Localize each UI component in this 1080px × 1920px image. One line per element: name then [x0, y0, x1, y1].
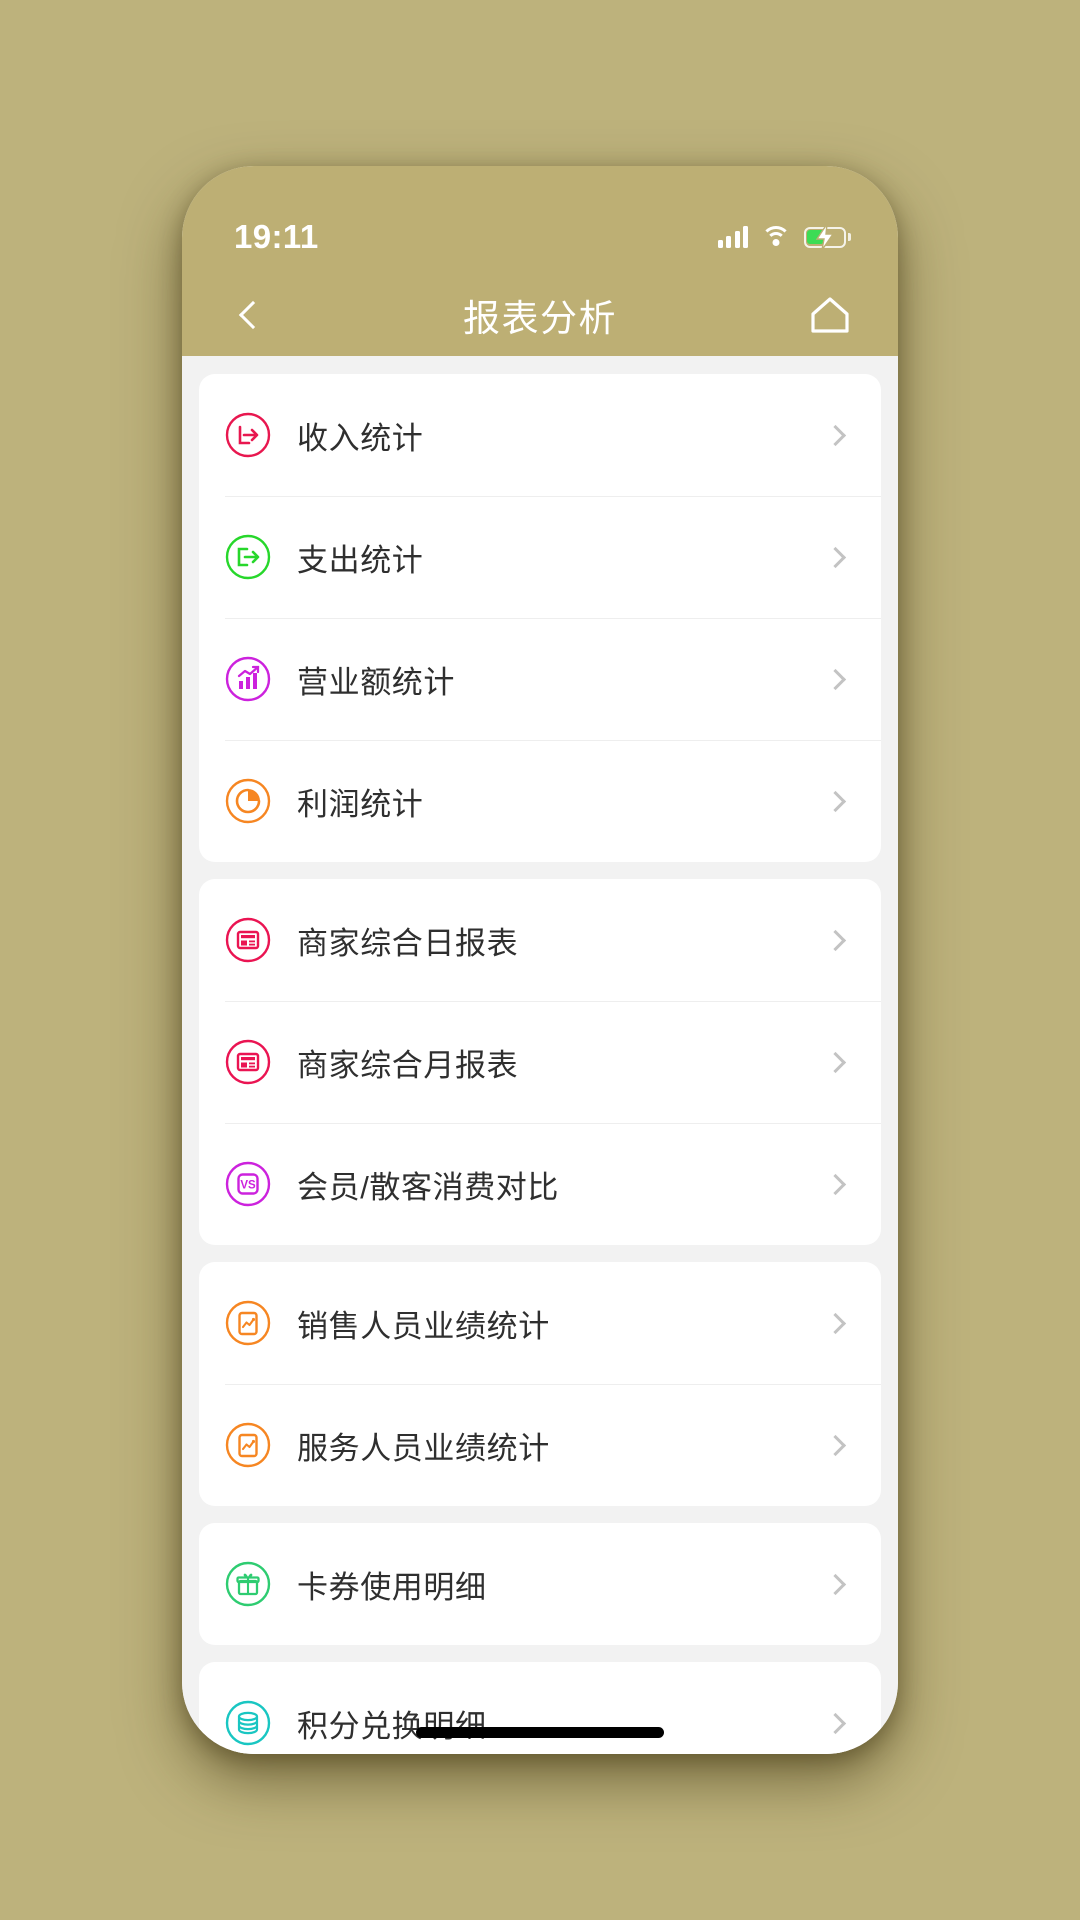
report-list-scroll-area[interactable]: 收入统计 支出统计 营业额统计 利润统计 商家综合日报表 商家综合月报表 VS …: [182, 356, 898, 1754]
svg-text:VS: VS: [240, 1180, 256, 1192]
list-item-label: 服务人员业绩统计: [297, 1430, 550, 1466]
card-group-staff-performance: 销售人员业绩统计 服务人员业绩统计: [199, 1262, 881, 1506]
chevron-right-icon: [824, 424, 847, 446]
bar-chart-up-icon: [225, 656, 271, 702]
lightning-bolt-icon: [815, 224, 835, 250]
list-item-label: 支出统计: [297, 542, 424, 578]
page-title: 报表分析: [463, 298, 617, 339]
status-bar-icons: [717, 224, 851, 250]
status-bar: 19:11: [182, 166, 898, 274]
wifi-icon: [761, 226, 791, 248]
phone-frame: 19:11 报表分析 收入统计 支出统计 营业额统计 利润统计 商家综合日报表 …: [182, 166, 898, 1754]
home-indicator[interactable]: [416, 1727, 664, 1738]
newspaper-icon: [225, 917, 271, 963]
list-item-label: 利润统计: [297, 786, 424, 822]
chevron-left-icon: [238, 300, 268, 330]
card-group-coupons: 卡券使用明细: [199, 1523, 881, 1645]
list-item[interactable]: 支出统计: [199, 496, 881, 618]
chevron-right-icon: [824, 1712, 847, 1734]
chevron-right-icon: [824, 1051, 847, 1073]
login-arrow-icon: [225, 412, 271, 458]
list-item-label: 积分兑换明细: [297, 1708, 487, 1744]
chevron-right-icon: [824, 1173, 847, 1195]
newspaper-icon: [225, 1039, 271, 1085]
list-item[interactable]: 收入统计: [199, 374, 881, 496]
status-bar-clock: 19:11: [234, 218, 319, 255]
list-item[interactable]: 营业额统计: [199, 618, 881, 740]
logout-arrow-icon: [225, 534, 271, 580]
list-item[interactable]: 服务人员业绩统计: [199, 1384, 881, 1506]
navigation-bar: 报表分析: [182, 274, 898, 356]
home-button[interactable]: [802, 287, 858, 343]
list-item[interactable]: 销售人员业绩统计: [199, 1262, 881, 1384]
list-item[interactable]: 积分兑换明细: [199, 1662, 881, 1754]
card-group-merchant-reports: 商家综合日报表 商家综合月报表 VS 会员/散客消费对比: [199, 879, 881, 1245]
list-item[interactable]: VS 会员/散客消费对比: [199, 1123, 881, 1245]
versus-icon: VS: [225, 1161, 271, 1207]
list-item-label: 商家综合月报表: [297, 1047, 519, 1083]
list-item-label: 营业额统计: [297, 664, 455, 700]
chevron-right-icon: [824, 668, 847, 690]
chevron-right-icon: [824, 546, 847, 568]
list-item[interactable]: 商家综合月报表: [199, 1001, 881, 1123]
report-chart-icon: [225, 1422, 271, 1468]
list-item-label: 收入统计: [297, 420, 424, 456]
list-item-label: 商家综合日报表: [297, 925, 519, 961]
pie-chart-icon: [225, 778, 271, 824]
list-item[interactable]: 商家综合日报表: [199, 879, 881, 1001]
report-chart-icon: [225, 1300, 271, 1346]
chevron-right-icon: [824, 790, 847, 812]
list-item[interactable]: 利润统计: [199, 740, 881, 862]
chevron-right-icon: [824, 929, 847, 951]
signal-bars-icon: [717, 226, 748, 248]
chevron-right-icon: [824, 1573, 847, 1595]
coin-stack-icon: [225, 1700, 271, 1746]
list-item-label: 销售人员业绩统计: [297, 1308, 550, 1344]
card-group-finance: 收入统计 支出统计 营业额统计 利润统计: [199, 374, 881, 862]
battery-charging-icon: [804, 224, 851, 250]
home-icon: [811, 297, 849, 333]
back-button[interactable]: [222, 287, 278, 343]
chevron-right-icon: [824, 1312, 847, 1334]
chevron-right-icon: [824, 1434, 847, 1456]
gift-box-icon: [225, 1561, 271, 1607]
card-group-points: 积分兑换明细: [199, 1662, 881, 1754]
list-item-label: 卡券使用明细: [297, 1569, 487, 1605]
list-item-label: 会员/散客消费对比: [297, 1169, 560, 1205]
list-item[interactable]: 卡券使用明细: [199, 1523, 881, 1645]
